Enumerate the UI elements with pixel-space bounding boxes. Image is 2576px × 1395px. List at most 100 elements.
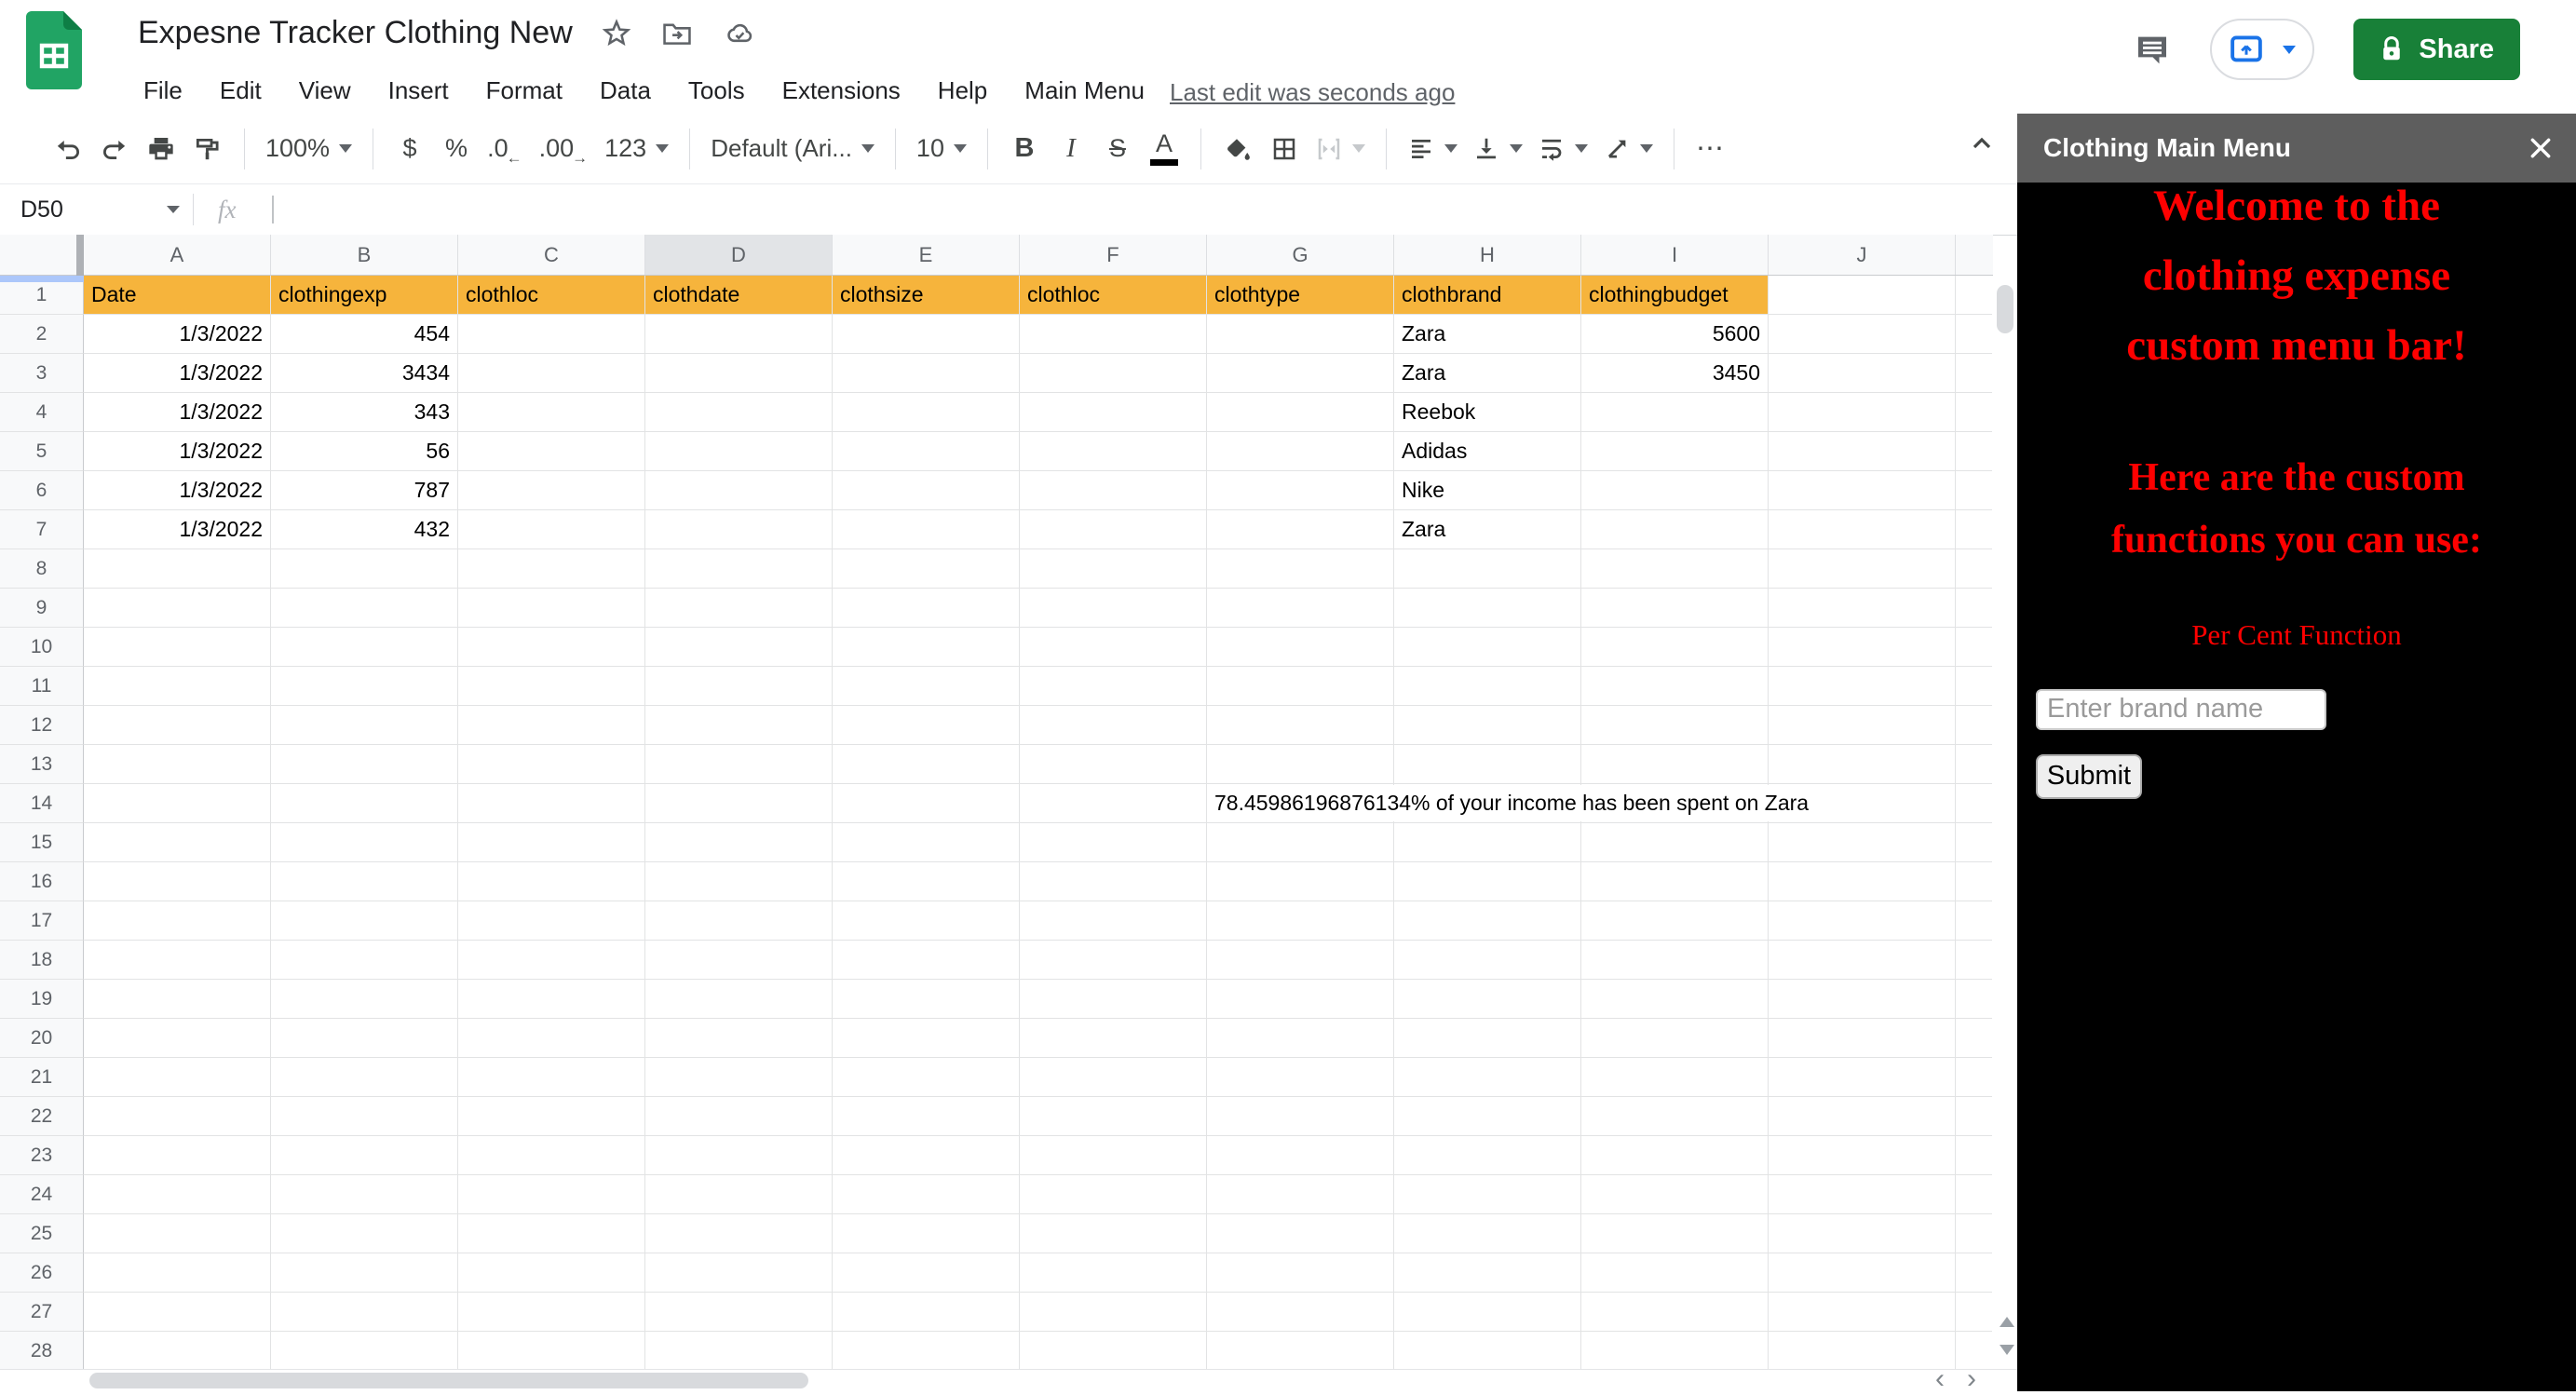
cloud-saved-icon[interactable]	[722, 18, 757, 49]
cell-E17[interactable]	[833, 901, 1020, 941]
row-header-28[interactable]: 28	[0, 1332, 84, 1369]
cell-E13[interactable]	[833, 745, 1020, 784]
cell-C9[interactable]	[458, 589, 645, 628]
cell-A25[interactable]	[84, 1214, 271, 1253]
gutter-resize-handle[interactable]	[76, 235, 84, 276]
cell-F5[interactable]	[1020, 432, 1207, 471]
cell-C15[interactable]	[458, 823, 645, 862]
cell-H24[interactable]	[1394, 1175, 1581, 1214]
cell-J19[interactable]	[1769, 980, 1956, 1019]
cell-D12[interactable]	[645, 706, 833, 745]
cell-F19[interactable]	[1020, 980, 1207, 1019]
cell-G9[interactable]	[1207, 589, 1394, 628]
cell-H18[interactable]	[1394, 941, 1581, 980]
cell-F13[interactable]	[1020, 745, 1207, 784]
row-header-11[interactable]: 11	[0, 667, 84, 706]
cell-F26[interactable]	[1020, 1253, 1207, 1293]
cell-B14[interactable]	[271, 784, 458, 823]
row-header-19[interactable]: 19	[0, 980, 84, 1019]
menu-item-edit[interactable]: Edit	[212, 73, 269, 109]
cell-F17[interactable]	[1020, 901, 1207, 941]
cell-C27[interactable]	[458, 1293, 645, 1332]
cell-F22[interactable]	[1020, 1097, 1207, 1136]
submit-button[interactable]: Submit	[2036, 754, 2142, 799]
cell-E27[interactable]	[833, 1293, 1020, 1332]
cell-partial-5[interactable]	[1956, 432, 1992, 471]
cell-C7[interactable]	[458, 510, 645, 549]
cell-partial-20[interactable]	[1956, 1019, 1992, 1058]
cell-I27[interactable]	[1581, 1293, 1769, 1332]
cell-partial-7[interactable]	[1956, 510, 1992, 549]
cell-partial-13[interactable]	[1956, 745, 1992, 784]
cell-H16[interactable]	[1394, 862, 1581, 901]
cell-partial-21[interactable]	[1956, 1058, 1992, 1097]
cell-C22[interactable]	[458, 1097, 645, 1136]
cell-A24[interactable]	[84, 1175, 271, 1214]
cell-H4[interactable]: Reebok	[1394, 393, 1581, 432]
redo-button[interactable]	[91, 123, 138, 175]
cell-C18[interactable]	[458, 941, 645, 980]
cell-C8[interactable]	[458, 549, 645, 589]
cell-A23[interactable]	[84, 1136, 271, 1175]
cell-F23[interactable]	[1020, 1136, 1207, 1175]
undo-button[interactable]	[45, 123, 91, 175]
cell-B19[interactable]	[271, 980, 458, 1019]
cell-C25[interactable]	[458, 1214, 645, 1253]
cell-E7[interactable]	[833, 510, 1020, 549]
cell-F6[interactable]	[1020, 471, 1207, 510]
cell-I6[interactable]	[1581, 471, 1769, 510]
menu-item-data[interactable]: Data	[592, 73, 658, 109]
cell-H1[interactable]: clothbrand	[1394, 276, 1581, 315]
cell-J22[interactable]	[1769, 1097, 1956, 1136]
column-header-h[interactable]: H	[1394, 235, 1581, 275]
more-toolbar-button[interactable]: ⋯	[1688, 123, 1734, 175]
number-format-select[interactable]: 123	[597, 123, 676, 175]
cell-H17[interactable]	[1394, 901, 1581, 941]
cell-I1[interactable]: clothingbudget	[1581, 276, 1769, 315]
horizontal-scrollbar-thumb[interactable]	[89, 1373, 808, 1388]
row-header-25[interactable]: 25	[0, 1214, 84, 1253]
cell-E3[interactable]	[833, 354, 1020, 393]
cell-F21[interactable]	[1020, 1058, 1207, 1097]
cell-F25[interactable]	[1020, 1214, 1207, 1253]
cell-G4[interactable]	[1207, 393, 1394, 432]
cell-F16[interactable]	[1020, 862, 1207, 901]
cell-E9[interactable]	[833, 589, 1020, 628]
row-header-24[interactable]: 24	[0, 1175, 84, 1214]
cell-C10[interactable]	[458, 628, 645, 667]
cell-B2[interactable]: 454	[271, 315, 458, 354]
column-header-j[interactable]: J	[1769, 235, 1956, 275]
cell-partial-18[interactable]	[1956, 941, 1992, 980]
row-header-3[interactable]: 3	[0, 354, 84, 393]
cell-D3[interactable]	[645, 354, 833, 393]
brand-name-input[interactable]	[2036, 689, 2326, 730]
cell-E14[interactable]	[833, 784, 1020, 823]
cell-D20[interactable]	[645, 1019, 833, 1058]
cell-F1[interactable]: clothloc	[1020, 276, 1207, 315]
cell-G24[interactable]	[1207, 1175, 1394, 1214]
text-rotation-button[interactable]	[1595, 123, 1661, 175]
cell-E21[interactable]	[833, 1058, 1020, 1097]
cell-E24[interactable]	[833, 1175, 1020, 1214]
cell-F20[interactable]	[1020, 1019, 1207, 1058]
cell-H20[interactable]	[1394, 1019, 1581, 1058]
row-header-22[interactable]: 22	[0, 1097, 84, 1136]
cell-J8[interactable]	[1769, 549, 1956, 589]
scroll-down-button[interactable]	[2000, 1345, 2014, 1355]
cell-A11[interactable]	[84, 667, 271, 706]
cell-H6[interactable]: Nike	[1394, 471, 1581, 510]
column-header-i[interactable]: I	[1581, 235, 1769, 275]
cell-D27[interactable]	[645, 1293, 833, 1332]
cell-F28[interactable]	[1020, 1332, 1207, 1369]
cell-partial-22[interactable]	[1956, 1097, 1992, 1136]
row-header-26[interactable]: 26	[0, 1253, 84, 1293]
cell-E25[interactable]	[833, 1214, 1020, 1253]
cell-F24[interactable]	[1020, 1175, 1207, 1214]
scroll-left-button[interactable]: ‹	[1935, 1363, 1945, 1395]
cell-J10[interactable]	[1769, 628, 1956, 667]
format-currency-button[interactable]: $	[386, 123, 433, 175]
sheets-logo[interactable]	[26, 11, 82, 94]
cell-J26[interactable]	[1769, 1253, 1956, 1293]
cell-J21[interactable]	[1769, 1058, 1956, 1097]
cell-E12[interactable]	[833, 706, 1020, 745]
